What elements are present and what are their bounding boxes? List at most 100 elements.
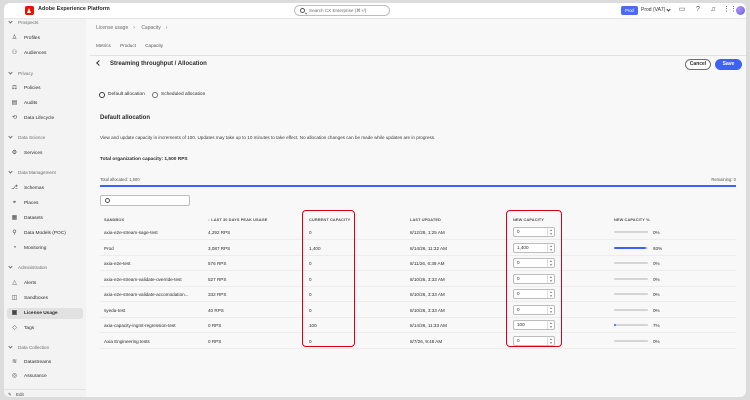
new-capacity-input[interactable]: 0 ▲ ▼ bbox=[513, 227, 555, 237]
radio-scheduled-allocation-label[interactable]: Scheduled allocation bbox=[161, 92, 205, 97]
cell-current-capacity: 0 bbox=[309, 276, 312, 282]
sidebar-item-datastreams[interactable]: ≋ Datastreams bbox=[7, 357, 83, 368]
breadcrumb-license-usage[interactable]: License usage bbox=[96, 25, 128, 31]
sidebar-item-policies[interactable]: ⚖ Policies bbox=[7, 83, 83, 94]
new-capacity-input[interactable]: 0 ▲ ▼ bbox=[513, 273, 555, 284]
back-arrow-icon[interactable] bbox=[96, 60, 102, 66]
adobe-logo-icon[interactable] bbox=[25, 6, 34, 15]
app-grid-icon[interactable]: ⋮⋮ bbox=[723, 6, 737, 14]
stepper-icon[interactable]: ▲ ▼ bbox=[547, 243, 554, 252]
stepper-icon[interactable]: ▲ ▼ bbox=[547, 259, 554, 267]
sidebar-section-data-collection[interactable]: Data Collection bbox=[8, 344, 49, 350]
cell-sandbox: axia-e2e-stream-validate-override-test bbox=[104, 276, 182, 282]
subtabs: Metrics Product Capacity bbox=[96, 43, 171, 48]
capacity-pct-bar bbox=[614, 262, 648, 264]
breadcrumb-capacity[interactable]: Capacity bbox=[141, 25, 160, 31]
sidebar-section-administration[interactable]: Administration bbox=[8, 264, 47, 270]
sidebar-item-data-lifecycle[interactable]: ⟲ Data Lifecycle bbox=[7, 113, 83, 124]
sidebar-item-monitoring[interactable]: ◔ Monitoring bbox=[7, 243, 83, 254]
global-search-input[interactable]: Search CX Enterprise (⌘+/) bbox=[294, 5, 390, 16]
sidebar-item-data-models[interactable]: ⚲ Data Models (POC) bbox=[7, 228, 83, 239]
stepper-icon[interactable]: ▲ ▼ bbox=[547, 274, 554, 283]
sidebar-item-profiles[interactable]: ♙ Profiles bbox=[7, 33, 83, 44]
sidebar-item-tags[interactable]: ◇ Tags bbox=[7, 323, 83, 334]
col-new-capacity[interactable]: NEW CAPACITY bbox=[513, 217, 544, 222]
sidebar-item-assurance[interactable]: ◎ Assurance bbox=[7, 371, 83, 382]
cell-peak-usage: 4,292 RPS bbox=[208, 230, 231, 235]
stepper-icon[interactable]: ▲ ▼ bbox=[547, 336, 554, 345]
radio-default-allocation[interactable] bbox=[99, 92, 105, 98]
new-capacity-value: 0 bbox=[517, 260, 520, 265]
sidebar-section-data-science[interactable]: Data Science bbox=[8, 134, 45, 140]
new-capacity-input[interactable]: 0 ▲ ▼ bbox=[513, 258, 555, 268]
tab-capacity[interactable]: Capacity bbox=[145, 43, 163, 48]
table-header: SANDBOX ↓ LAST 30 DAYS PEAK USAGE CURREN… bbox=[100, 213, 736, 225]
stepper-icon[interactable]: ▲ ▼ bbox=[547, 305, 554, 314]
sidebar-item-sandboxes[interactable]: ◫ Sandboxes bbox=[7, 293, 83, 304]
cell-capacity-pct: 93% bbox=[653, 245, 663, 251]
license-icon: ▣ bbox=[11, 310, 18, 316]
tab-product[interactable]: Product bbox=[120, 43, 136, 48]
notifications-bell-icon[interactable]: ♫ bbox=[709, 6, 717, 14]
sidebar-item-places[interactable]: ⌖ Places bbox=[7, 198, 83, 209]
sidebar-section-data-management[interactable]: Data Management bbox=[8, 169, 56, 175]
stepper-icon[interactable]: ▲ ▼ bbox=[547, 228, 554, 236]
sidebar-item-datasets[interactable]: ▦ Datasets bbox=[7, 213, 83, 224]
lifecycle-icon: ⟲ bbox=[11, 115, 18, 121]
help-icon[interactable]: ? bbox=[694, 6, 702, 14]
user-avatar[interactable] bbox=[736, 6, 745, 15]
new-capacity-value: 100 bbox=[517, 322, 525, 327]
sidebar-edit-button[interactable]: ✎ Edit bbox=[4, 389, 86, 397]
chevron-icon bbox=[8, 19, 13, 24]
sidebar-item-audits[interactable]: ▤ Audits bbox=[7, 98, 83, 109]
cell-current-capacity: 100 bbox=[309, 323, 317, 328]
tag-icon: ◇ bbox=[12, 325, 17, 331]
sidebar-section-privacy[interactable]: Privacy bbox=[8, 70, 33, 76]
cancel-button[interactable]: Cancel bbox=[685, 59, 711, 70]
sidebar-item-audiences[interactable]: ⚇ Audiences bbox=[7, 48, 83, 59]
sidebar-item-schemas[interactable]: ⎇ Schemas bbox=[7, 183, 83, 194]
cell-peak-usage: 0 RPS bbox=[208, 338, 222, 344]
stepper-icon[interactable]: ▲ ▼ bbox=[547, 321, 554, 329]
col-peak-usage[interactable]: ↓ LAST 30 DAYS PEAK USAGE bbox=[208, 217, 267, 222]
monitoring-icon: ◔ bbox=[12, 245, 17, 251]
col-current-capacity[interactable]: CURRENT CAPACITY bbox=[309, 217, 350, 222]
table-row: axia-capacity-ingmt-regression-test 0 RPS… bbox=[100, 318, 736, 333]
save-button[interactable]: Save bbox=[715, 59, 742, 70]
new-capacity-input[interactable]: 0 ▲ ▼ bbox=[513, 289, 555, 299]
new-capacity-input[interactable]: 100 ▲ ▼ bbox=[513, 320, 555, 330]
cell-current-capacity: 0 bbox=[309, 292, 312, 297]
new-capacity-input[interactable]: 0 ▲ ▼ bbox=[513, 335, 555, 346]
cell-sandbox: axia-e2e-stream-validate-accomodation... bbox=[104, 292, 189, 297]
org-switcher[interactable]: Prod (VA7) bbox=[641, 7, 665, 13]
table-search-input[interactable] bbox=[100, 195, 190, 206]
new-capacity-input[interactable]: 1,400 ▲ ▼ bbox=[513, 242, 555, 253]
sidebar-item-alerts[interactable]: △ Alerts bbox=[7, 278, 83, 289]
table-row: axia-e2e-test 576 RPS 0 8/11/26, 6:39 AM 0 ▲ ▼… bbox=[100, 256, 736, 271]
table-row: axia-e2e-stream-validate-override-test 52… bbox=[100, 272, 736, 287]
tab-metrics[interactable]: Metrics bbox=[96, 43, 111, 48]
radio-scheduled-allocation[interactable] bbox=[152, 92, 158, 98]
chevron-down-icon[interactable] bbox=[666, 7, 671, 12]
new-capacity-value: 0 bbox=[517, 291, 520, 296]
cell-capacity-pct: 0% bbox=[653, 230, 660, 235]
col-last-updated[interactable]: LAST UPDATED bbox=[410, 217, 441, 222]
cell-sandbox: syeda-test bbox=[104, 307, 126, 313]
alert-icon: △ bbox=[12, 280, 17, 286]
radio-default-allocation-label[interactable]: Default allocation bbox=[108, 92, 145, 97]
feedback-icon[interactable]: ▭ bbox=[678, 6, 686, 14]
cell-last-updated: 8/14/26, 11:32 AM bbox=[410, 245, 447, 251]
breadcrumb-separator-icon: › bbox=[133, 25, 135, 31]
col-sandbox[interactable]: SANDBOX bbox=[104, 217, 124, 222]
col-new-capacity-pct[interactable]: NEW CAPACITY % bbox=[614, 217, 650, 222]
sidebar-item-services[interactable]: ⚙ Services bbox=[7, 148, 83, 159]
new-capacity-input[interactable]: 0 ▲ ▼ bbox=[513, 304, 555, 315]
cell-last-updated: 8/14/26, 11:33 AM bbox=[410, 323, 447, 328]
datastreams-icon: ≋ bbox=[11, 359, 18, 365]
sidebar-section-prospects[interactable]: Prospects bbox=[8, 19, 38, 25]
stepper-icon[interactable]: ▲ ▼ bbox=[547, 290, 554, 298]
sidebar-item-license-usage[interactable]: ▣ License Usage bbox=[7, 308, 83, 319]
search-icon bbox=[300, 8, 305, 13]
org-badge[interactable]: Prod bbox=[621, 6, 638, 15]
cell-capacity-pct: 0% bbox=[653, 276, 660, 282]
